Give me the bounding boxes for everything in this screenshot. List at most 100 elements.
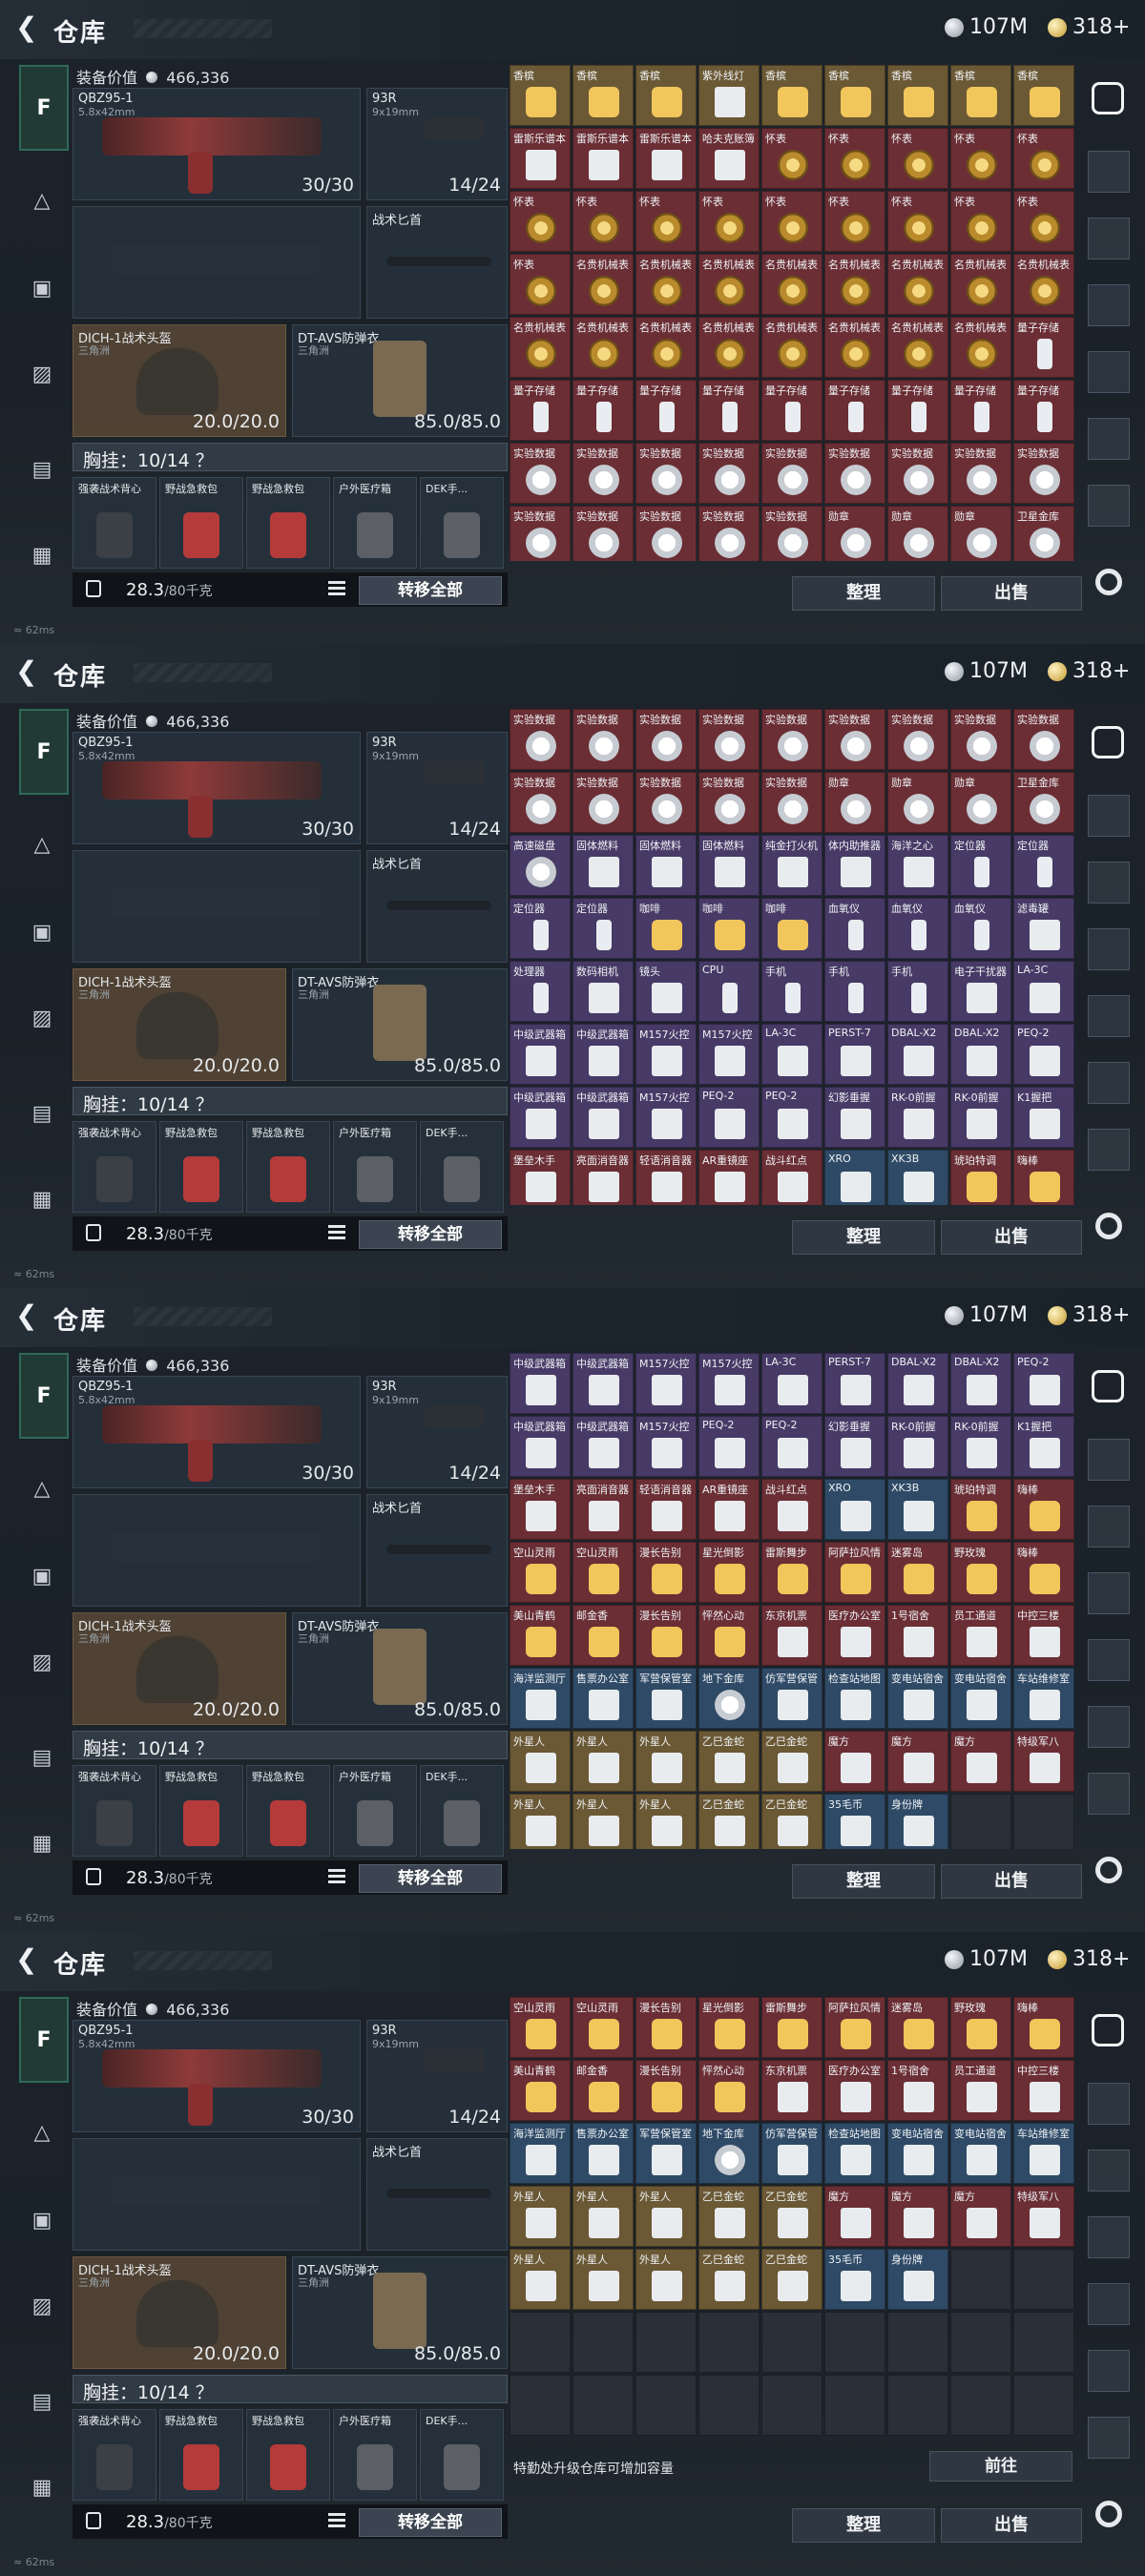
stash-item[interactable]: 名贵机械表: [824, 254, 885, 315]
stash-item[interactable]: 野玫瑰: [950, 1997, 1011, 2058]
stash-item[interactable]: 勋章: [824, 772, 885, 833]
stash-item[interactable]: 魔方: [824, 2186, 885, 2247]
stash-item[interactable]: 紫外线灯: [698, 65, 760, 126]
stash-page-tab-6[interactable]: [1088, 485, 1130, 527]
stash-page-tab-2[interactable]: [1088, 1506, 1130, 1548]
stash-item[interactable]: 中级武器箱: [510, 1087, 571, 1148]
stash-item[interactable]: 雷斯舞步: [761, 1997, 822, 2058]
stash-item[interactable]: 美山青鹤: [510, 1605, 571, 1666]
stash-item[interactable]: 中级武器箱: [510, 1416, 571, 1477]
stash-item[interactable]: 勋章: [887, 772, 948, 833]
secondary-weapon-slot[interactable]: [73, 206, 361, 319]
stash-item[interactable]: PEQ-2: [698, 1416, 760, 1477]
stash-item[interactable]: 售票办公室: [572, 1668, 634, 1729]
stash-item[interactable]: 海洋监测厅: [510, 2123, 571, 2184]
rig-item-slot[interactable]: DEK手...: [420, 1765, 504, 1857]
stash-item[interactable]: DBAL-X2: [887, 1353, 948, 1414]
stash-empty-cell[interactable]: [824, 2375, 885, 2436]
stash-item[interactable]: 中级武器箱: [510, 1024, 571, 1085]
stash-item[interactable]: 香槟: [635, 65, 697, 126]
stash-item[interactable]: 量子存储: [761, 380, 822, 441]
stash-item[interactable]: 实验数据: [887, 443, 948, 504]
stash-item[interactable]: 琥珀特调: [950, 1150, 1011, 1205]
stash-page-tab-3[interactable]: [1088, 1572, 1130, 1614]
stash-item[interactable]: RK-0前握: [887, 1087, 948, 1148]
sidebar-box-icon[interactable]: ▣: [19, 1553, 65, 1599]
stash-item[interactable]: 电子干扰器: [950, 961, 1011, 1022]
stash-item[interactable]: 车站维修室: [1013, 2123, 1074, 2184]
stash-item[interactable]: RK-0前握: [887, 1416, 948, 1477]
stash-item[interactable]: 实验数据: [761, 506, 822, 561]
stash-item[interactable]: 实验数据: [698, 709, 760, 770]
list-icon[interactable]: [328, 581, 345, 596]
stash-item[interactable]: 名贵机械表: [824, 317, 885, 378]
stash-item[interactable]: 嗨棒: [1013, 1542, 1074, 1603]
stash-item[interactable]: 邮金香: [572, 1605, 634, 1666]
stash-empty-cell[interactable]: [510, 2312, 571, 2373]
stash-item[interactable]: 魔方: [824, 1731, 885, 1792]
stash-item[interactable]: 实验数据: [761, 709, 822, 770]
stash-item[interactable]: PEQ-2: [1013, 1353, 1074, 1414]
rig-item-slot[interactable]: 野战急救包: [246, 1765, 330, 1857]
helmet-slot[interactable]: DICH-1战术头盔 三角洲 20.0/20.0: [73, 968, 286, 1081]
list-icon[interactable]: [328, 1225, 345, 1240]
stash-item[interactable]: 魔方: [887, 1731, 948, 1792]
stash-item[interactable]: 海洋监测厅: [510, 1668, 571, 1729]
stash-item[interactable]: 实验数据: [510, 772, 571, 833]
stash-item[interactable]: 变电站宿舍: [887, 2123, 948, 2184]
stash-item[interactable]: 怀表: [761, 128, 822, 189]
stash-item[interactable]: 定位器: [1013, 835, 1074, 896]
stash-item[interactable]: 野玫瑰: [950, 1542, 1011, 1603]
stash-page-tab-4[interactable]: [1088, 995, 1130, 1037]
silver-currency[interactable]: 107M: [945, 1947, 1028, 1971]
rig-item-slot[interactable]: 野战急救包: [246, 477, 330, 569]
stash-item[interactable]: 迷雾岛: [887, 1997, 948, 2058]
transfer-all-button[interactable]: 转移全部: [359, 1864, 502, 1893]
sidebar-box-icon[interactable]: ▣: [19, 909, 65, 955]
stash-item[interactable]: 实验数据: [698, 443, 760, 504]
stash-item[interactable]: 血氧仪: [824, 898, 885, 959]
stash-item[interactable]: 实验数据: [635, 443, 697, 504]
stash-item[interactable]: 乙巳金蛇: [761, 2249, 822, 2310]
stash-item[interactable]: 外星人: [572, 1794, 634, 1849]
transfer-all-button[interactable]: 转移全部: [359, 2508, 502, 2537]
sort-button[interactable]: 整理: [792, 2508, 935, 2543]
sort-button[interactable]: 整理: [792, 1864, 935, 1899]
stash-empty-cell[interactable]: [1013, 1794, 1074, 1849]
stash-item[interactable]: 阿萨拉风情: [824, 1542, 885, 1603]
stash-item[interactable]: 军营保管室: [635, 2123, 697, 2184]
stash-empty-cell[interactable]: [887, 2312, 948, 2373]
stash-item[interactable]: 实验数据: [698, 772, 760, 833]
sidebar-case-icon[interactable]: ▦: [19, 532, 65, 578]
helmet-slot[interactable]: DICH-1战术头盔 三角洲 20.0/20.0: [73, 1612, 286, 1725]
stash-item[interactable]: 空山灵雨: [572, 1997, 634, 2058]
sidebar-box-icon[interactable]: ▣: [19, 2197, 65, 2243]
stash-page-tab-4[interactable]: [1088, 1639, 1130, 1681]
stash-item[interactable]: 手机: [887, 961, 948, 1022]
stash-page-tab-4[interactable]: [1088, 2283, 1130, 2325]
stash-item[interactable]: 海洋之心: [887, 835, 948, 896]
stash-item[interactable]: 实验数据: [572, 709, 634, 770]
stash-item[interactable]: M157火控: [698, 1353, 760, 1414]
stash-item[interactable]: 仿军营保管: [761, 1668, 822, 1729]
stash-item[interactable]: 变电站宿舍: [950, 2123, 1011, 2184]
stash-item[interactable]: 美山青鹤: [510, 2060, 571, 2121]
stash-item[interactable]: 实验数据: [572, 506, 634, 561]
stash-item[interactable]: 香槟: [510, 65, 571, 126]
stash-item[interactable]: 外星人: [635, 2186, 697, 2247]
stash-item[interactable]: 外星人: [572, 1731, 634, 1792]
stash-empty-cell[interactable]: [510, 2375, 571, 2436]
stash-empty-cell[interactable]: [635, 2375, 697, 2436]
rig-item-slot[interactable]: 野战急救包: [246, 1121, 330, 1213]
stash-item[interactable]: 变电站宿舍: [950, 1668, 1011, 1729]
stash-item[interactable]: LA-3C: [1013, 961, 1074, 1022]
stash-item[interactable]: 嗨棒: [1013, 1997, 1074, 2058]
helmet-slot[interactable]: DICH-1战术头盔 三角洲 20.0/20.0: [73, 2256, 286, 2369]
stash-item[interactable]: 实验数据: [572, 443, 634, 504]
stash-item[interactable]: 漫长告别: [635, 1605, 697, 1666]
stash-empty-cell[interactable]: [761, 2312, 822, 2373]
stash-item[interactable]: 香槟: [824, 65, 885, 126]
pistol-slot[interactable]: 93R 9x19mm 14/24: [366, 88, 508, 200]
stash-empty-cell[interactable]: [950, 2375, 1011, 2436]
transfer-all-button[interactable]: 转移全部: [359, 576, 502, 605]
